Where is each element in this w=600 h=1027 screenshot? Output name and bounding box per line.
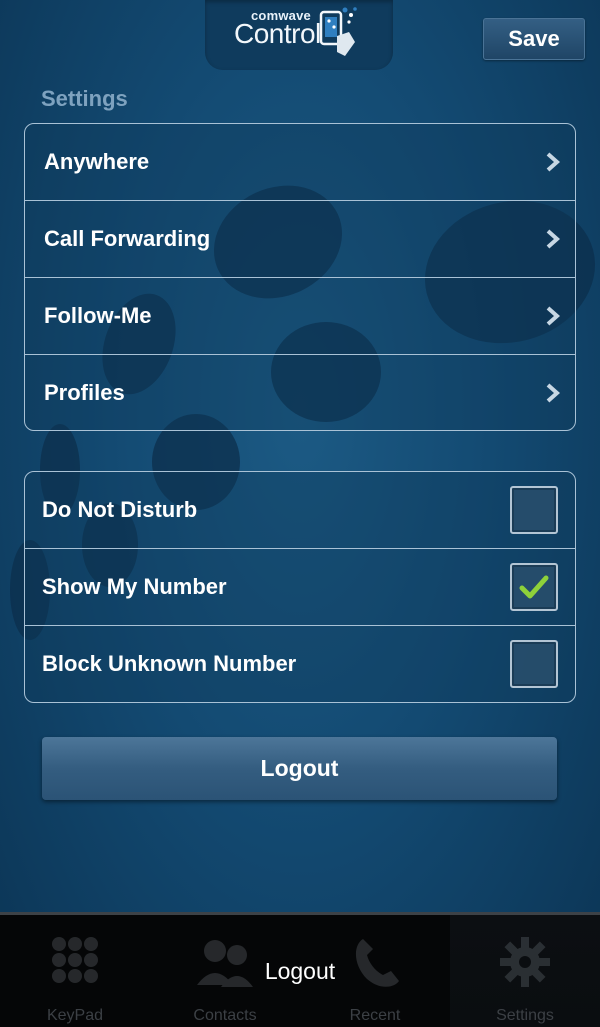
logout-button[interactable]: Logout: [42, 737, 557, 800]
toggle-block-unknown-number: Block Unknown Number: [25, 626, 575, 702]
settings-item-label: Profiles: [44, 380, 125, 405]
tab-label: Recent: [349, 1007, 401, 1024]
tab-label: Settings: [496, 1007, 554, 1024]
show-my-number-checkbox[interactable]: [510, 563, 558, 611]
phone-hand-icon: [319, 7, 357, 56]
settings-item-profiles[interactable]: Profiles: [25, 355, 575, 430]
toggle-show-my-number: Show My Number: [25, 549, 575, 626]
chevron-right-icon: [546, 152, 561, 172]
chevron-right-icon: [546, 383, 561, 403]
toast-message: Logout: [264, 958, 336, 984]
chevron-right-icon: [546, 229, 561, 249]
do-not-disturb-checkbox[interactable]: [510, 486, 558, 534]
settings-item-call-forwarding[interactable]: Call Forwarding: [25, 201, 575, 278]
settings-item-label: Anywhere: [44, 149, 150, 174]
save-button[interactable]: Save: [483, 18, 585, 60]
settings-item-label: Follow-Me: [44, 303, 152, 328]
logo-product-text: Control: [234, 18, 321, 49]
tab-label: KeyPad: [46, 1007, 104, 1024]
block-unknown-number-checkbox[interactable]: [510, 640, 558, 688]
toggle-label: Block Unknown Number: [42, 651, 297, 676]
toggle-label: Show My Number: [42, 574, 227, 599]
settings-item-label: Call Forwarding: [44, 226, 211, 251]
settings-item-follow-me[interactable]: Follow-Me: [25, 278, 575, 355]
tab-label: Contacts: [193, 1007, 257, 1024]
settings-nav-group: Anywhere Call Forwarding Follow-Me Profi…: [24, 123, 576, 431]
checkmark-icon: [519, 575, 549, 599]
chevron-right-icon: [546, 306, 561, 326]
toggle-do-not-disturb: Do Not Disturb: [25, 472, 575, 549]
toggle-label: Do Not Disturb: [42, 497, 198, 522]
settings-item-anywhere[interactable]: Anywhere: [25, 124, 575, 201]
app-logo: comwave Control: [205, 0, 393, 70]
settings-toggle-group: Do Not Disturb Show My Number Block Unkn…: [24, 471, 576, 703]
section-title: Settings: [41, 86, 128, 111]
